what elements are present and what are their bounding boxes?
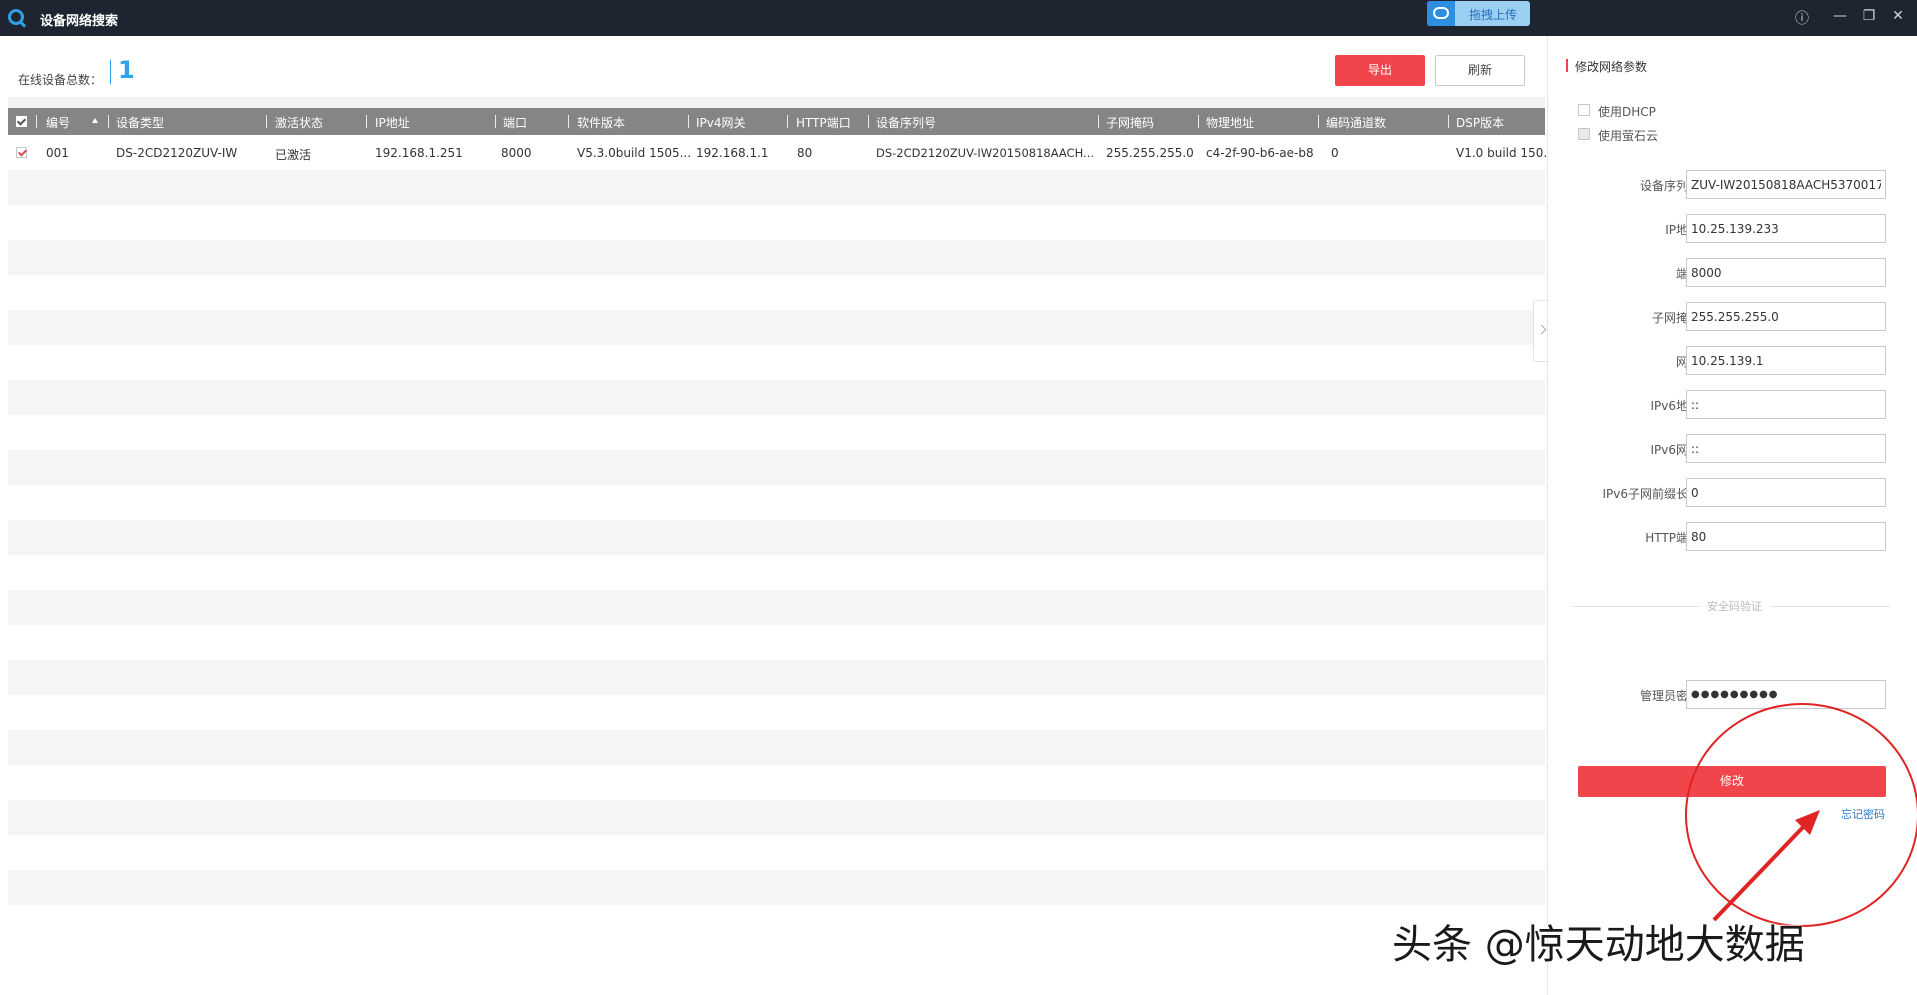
- annotation-arrow: [1712, 810, 1820, 922]
- watermark-text: 头条 @惊天动地大数据: [1392, 922, 1805, 968]
